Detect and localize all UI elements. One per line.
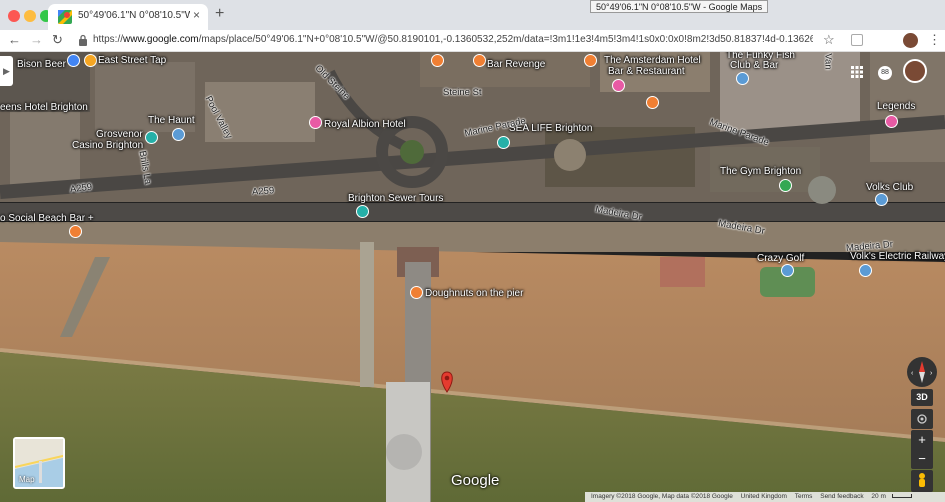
notification-badge[interactable]: 88 [878, 66, 892, 80]
tab-strip: 50°49'06.1"N 0°08'10.5"W - G × + 50°49'0… [0, 0, 945, 30]
minimize-window-button[interactable] [24, 10, 36, 22]
label-east-street-tap[interactable]: East Street Tap [98, 55, 166, 66]
tab-google-maps[interactable]: 50°49'06.1"N 0°08'10.5"W - G × [48, 4, 208, 30]
url-host: www.google.com [123, 34, 199, 45]
address-bar[interactable]: https://www.google.com/maps/place/50°49'… [93, 34, 813, 45]
label-funky-fish-2[interactable]: Club & Bar [730, 60, 778, 71]
reload-button[interactable]: ↻ [52, 32, 63, 48]
funky-fish-pin-icon[interactable] [736, 72, 749, 85]
tab-close-icon[interactable]: × [193, 8, 200, 22]
crazy-golf-pin-icon[interactable] [781, 264, 794, 277]
lock-icon [79, 34, 87, 46]
label-crazy-golf[interactable]: Crazy Golf [757, 253, 804, 264]
amsterdam-hotel-pin-icon[interactable] [584, 54, 597, 67]
terms-link[interactable]: Terms [795, 493, 813, 500]
account-avatar[interactable] [903, 59, 927, 83]
satellite-imagery [0, 52, 945, 502]
google-logo: Google [451, 472, 500, 489]
bar-revenge-pin-icon[interactable] [431, 54, 444, 67]
satellite-map[interactable]: Bison Beer East Street Tap Bar Revenge T… [0, 52, 945, 502]
close-window-button[interactable] [8, 10, 20, 22]
apps-grid-icon[interactable] [851, 66, 863, 78]
grosvenor-casino-pin-icon[interactable] [145, 131, 158, 144]
scale-bar [891, 494, 912, 499]
profile-avatar-icon[interactable] [903, 33, 918, 48]
label-royal-albion[interactable]: Royal Albion Hotel [324, 119, 406, 130]
bookmark-star-icon[interactable]: ☆ [823, 32, 835, 48]
label-grosvenor-2[interactable]: Casino Brighton [72, 140, 143, 151]
amsterdam-hotel-bed-pin-icon[interactable] [612, 79, 625, 92]
label-doughnuts[interactable]: Doughnuts on the pier [425, 288, 523, 299]
tab-title: 50°49'06.1"N 0°08'10.5"W - G [78, 10, 190, 21]
label-bison-beer[interactable]: Bison Beer [17, 59, 66, 70]
label-gym[interactable]: The Gym Brighton [720, 166, 801, 177]
east-street-tap-pin-icon[interactable] [84, 54, 97, 67]
side-panel-toggle[interactable]: ▶ [0, 56, 13, 86]
label-bar-revenge[interactable]: Bar Revenge [487, 59, 545, 70]
label-the-haunt[interactable]: The Haunt [148, 115, 195, 126]
browser-menu-icon[interactable]: ⋮ [928, 32, 941, 48]
label-legends[interactable]: Legends [877, 101, 915, 112]
map-type-switcher[interactable]: Map [13, 437, 65, 489]
scale-label[interactable]: 20 m [871, 493, 885, 500]
compass-icon[interactable]: ‹ › [907, 357, 937, 387]
label-queens-hotel[interactable]: eens Hotel Brighton [0, 102, 88, 113]
sewer-tours-pin-icon[interactable] [356, 205, 369, 218]
address-toolbar: ← → ↻ https://www.google.com/maps/place/… [0, 30, 945, 52]
label-volks-club[interactable]: Volks Club [866, 182, 913, 193]
tab-tooltip: 50°49'06.1"N 0°08'10.5"W - Google Maps [590, 0, 769, 13]
3d-toggle-button[interactable]: 3D [911, 389, 933, 406]
back-button[interactable]: ← [8, 32, 21, 47]
map-footer: Imagery ©2018 Google, Map data ©2018 Goo… [585, 492, 945, 502]
forward-button[interactable]: → [30, 32, 43, 47]
restaurant-pin-icon[interactable] [646, 96, 659, 109]
label-amsterdam-hotel-2[interactable]: Bar & Restaurant [608, 66, 685, 77]
road-steine-st: Steine St [443, 87, 482, 98]
location-crosshair-icon [917, 414, 927, 424]
label-amsterdam-hotel-1[interactable]: The Amsterdam Hotel [604, 55, 701, 66]
doughnuts-pin-icon[interactable] [410, 286, 423, 299]
bar-revenge-drink-pin-icon[interactable] [473, 54, 486, 67]
sea-life-pin-icon[interactable] [497, 136, 510, 149]
volks-club-pin-icon[interactable] [875, 193, 888, 206]
send-feedback-link[interactable]: Send feedback [820, 493, 863, 500]
url-scheme: https:// [93, 34, 124, 45]
label-sewer-tours[interactable]: Brighton Sewer Tours [348, 193, 443, 204]
minimap-label: Map [19, 475, 35, 484]
social-beach-bar-pin-icon[interactable] [69, 225, 82, 238]
region-link[interactable]: United Kingdom [741, 493, 787, 500]
royal-albion-pin-icon[interactable] [309, 116, 322, 129]
label-social-beach-bar[interactable]: o Social Beach Bar + [0, 213, 94, 224]
google-maps-favicon-icon [58, 10, 72, 24]
the-haunt-pin-icon[interactable] [172, 128, 185, 141]
volks-railway-pin-icon[interactable] [859, 264, 872, 277]
zoom-in-button[interactable]: + [911, 430, 933, 450]
bison-beer-pin-icon[interactable] [67, 54, 80, 67]
road-van: Van [822, 53, 834, 70]
road-a259-2: A259 [251, 185, 275, 198]
legends-pin-icon[interactable] [885, 115, 898, 128]
label-grosvenor-1[interactable]: Grosvenor [96, 129, 143, 140]
imagery-credit: Imagery ©2018 Google, Map data ©2018 Goo… [591, 493, 733, 500]
gym-pin-icon[interactable] [779, 179, 792, 192]
street-view-pegman-icon[interactable] [911, 470, 933, 492]
extension-icon[interactable] [851, 34, 863, 46]
zoom-out-button[interactable]: − [911, 450, 933, 469]
label-volks-railway[interactable]: Volk's Electric Railway [850, 251, 945, 262]
url-path: /maps/place/50°49'06.1"N+0°08'10.5"W/@50… [198, 34, 813, 45]
new-tab-button[interactable]: + [215, 5, 224, 23]
my-location-button[interactable] [911, 409, 933, 429]
browser-window: 50°49'06.1"N 0°08'10.5"W - G × + 50°49'0… [0, 0, 945, 502]
